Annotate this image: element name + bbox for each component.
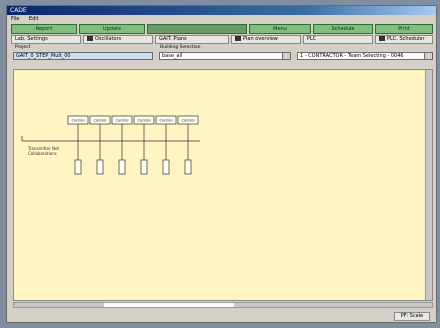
tab-gait-plans[interactable]: GAIT. Plans — [155, 35, 229, 44]
vertical-scrollbar[interactable] — [425, 70, 432, 300]
diagram-node-label: Control — [160, 119, 173, 123]
chevron-down-icon[interactable] — [282, 53, 290, 59]
status-button[interactable]: PF: Scale — [394, 312, 430, 321]
diagram-node-label: Control — [94, 119, 107, 123]
diagram-device-box[interactable] — [140, 159, 148, 175]
project-field[interactable]: GAIT_0_STEP_Mult_00 — [13, 52, 153, 60]
report-button[interactable]: Report — [11, 24, 77, 34]
diagram-node-label: Control — [116, 119, 129, 123]
building-select[interactable]: base_all — [159, 52, 291, 60]
horizontal-scrollbar-thumb[interactable] — [104, 303, 234, 307]
tab-plan-overview[interactable]: Plan overview — [231, 35, 301, 44]
title-bar: CADE — [7, 6, 436, 15]
menu-edit[interactable]: Edit — [29, 16, 39, 22]
status-bar: PF: Scale — [7, 310, 436, 322]
right-select-value: 1 - CONTRACTOR - Team Selecting - 0046 — [300, 53, 404, 59]
diagram-device-box[interactable] — [184, 159, 192, 175]
project-label: Project — [15, 45, 31, 50]
menu-bar: File Edit — [7, 15, 436, 23]
tab-bar: Lab. Settings Oscillators GAIT. Plans Pl… — [7, 35, 436, 44]
tab-lab-settings[interactable]: Lab. Settings — [11, 35, 81, 44]
menu-file[interactable]: File — [11, 16, 19, 22]
schedule-button[interactable]: Schedule — [313, 24, 373, 34]
tab-plan-overview-icon — [235, 36, 241, 41]
diagram-node-label: Control — [138, 119, 151, 123]
diagram-canvas[interactable]: Control Control Control Control Control Contr… — [13, 69, 433, 301]
building-select-value: base_all — [162, 53, 183, 59]
tab-plc-scheduler[interactable]: PLC. Scheduler — [375, 35, 433, 44]
tab-oscillators[interactable]: Oscillators — [83, 35, 153, 44]
diagram-node-label: Control — [72, 119, 85, 123]
menu-button[interactable]: Menu — [249, 24, 311, 34]
empty-button[interactable] — [147, 24, 247, 34]
print-button[interactable]: Print — [375, 24, 433, 34]
right-select[interactable]: 1 - CONTRACTOR - Team Selecting - 0046 — [297, 52, 433, 60]
window-title: CADE — [10, 7, 27, 14]
diagram-device-box[interactable] — [162, 159, 170, 175]
tab-plc[interactable]: PLC — [303, 35, 373, 44]
toolbar: Report Update Menu Schedule Print — [7, 24, 436, 34]
diagram-device-box[interactable] — [118, 159, 126, 175]
diagram-device-box[interactable] — [74, 159, 82, 175]
tab-plc-scheduler-icon — [379, 36, 385, 41]
horizontal-scrollbar[interactable] — [13, 302, 433, 308]
update-button[interactable]: Update — [79, 24, 145, 34]
building-label: Building Selection — [160, 45, 201, 50]
app-window: CADE File Edit Report Update Menu Schedu… — [6, 5, 437, 323]
chevron-down-icon[interactable] — [424, 53, 432, 59]
diagram-svg: Control Control Control Control Control Contr… — [21, 115, 200, 175]
diagram-node-label: Control — [182, 119, 195, 123]
diagram-side-label-2: Collaborations — [28, 151, 57, 156]
diagram-device-box[interactable] — [96, 159, 104, 175]
tab-oscillators-icon — [87, 36, 93, 41]
